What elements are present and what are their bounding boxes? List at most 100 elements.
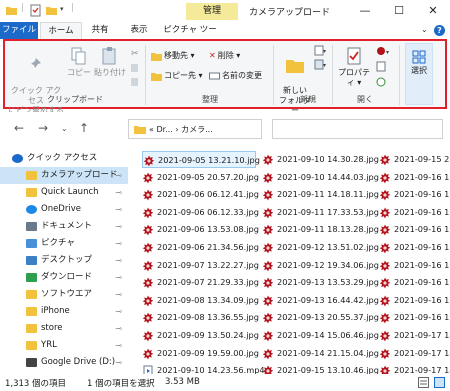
properties-icon[interactable] bbox=[29, 4, 42, 17]
file-item[interactable]: 2021-09-16 12.5 bbox=[379, 169, 450, 186]
file-item[interactable]: 2021-09-16 19.2 bbox=[379, 239, 450, 256]
file-item[interactable]: 2021-09-11 14.18.11.jpg bbox=[262, 186, 379, 203]
file-item[interactable]: 2021-09-07 21.29.33.jpg bbox=[142, 274, 259, 291]
file-item[interactable]: 2021-09-16 19.2 bbox=[379, 186, 450, 203]
file-item[interactable]: 2021-09-17 14.0 bbox=[379, 362, 450, 374]
details-view-icon[interactable] bbox=[418, 377, 429, 388]
nav-item-8[interactable]: ソフトウエア ⊸ bbox=[0, 286, 128, 303]
file-item[interactable]: 2021-09-16 19.2 bbox=[379, 274, 450, 291]
file-item[interactable]: 2021-09-10 14.44.03.jpg bbox=[262, 169, 379, 186]
open-edit-history-icons[interactable]: ▾ bbox=[375, 44, 395, 90]
file-item[interactable]: 2021-09-13 20.55.37.jpg bbox=[262, 309, 379, 326]
nav-item-7[interactable]: ダウンロード ⊸ bbox=[0, 269, 128, 286]
minimize-button[interactable]: — bbox=[348, 0, 382, 22]
file-item[interactable]: 2021-09-06 21.34.56.jpg bbox=[142, 239, 259, 256]
jpg-file-icon bbox=[262, 277, 274, 289]
file-item[interactable]: 2021-09-10 14.30.28.jpg bbox=[262, 151, 379, 168]
file-item[interactable]: 2021-09-11 17.33.53.jpg bbox=[262, 204, 379, 221]
rename-button[interactable]: 名前の変更 bbox=[209, 70, 262, 82]
file-item[interactable]: 2021-09-06 06.12.33.jpg bbox=[142, 204, 259, 221]
copy-to-button[interactable]: コピー先 ▾ bbox=[151, 70, 203, 82]
nav-item-12[interactable]: Google Drive (D:) ⊸ bbox=[0, 354, 128, 371]
status-bar: 1,313 個の項目 1 個の項目を選択 3.53 MB bbox=[0, 374, 450, 391]
file-item[interactable]: 2021-09-14 21.15.04.jpg bbox=[262, 345, 379, 362]
tab-view[interactable]: 表示 bbox=[124, 22, 154, 39]
new-item-icon[interactable]: ▾▾ bbox=[314, 44, 328, 74]
copy-button[interactable]: コピー bbox=[65, 46, 93, 78]
file-item[interactable]: 2021-09-16 19.2 bbox=[379, 221, 450, 238]
file-name: 2021-09-05 20.57.20.jpg bbox=[157, 171, 259, 182]
properties-button[interactable]: プロパティ ▾ bbox=[335, 46, 373, 88]
search-input[interactable] bbox=[272, 119, 443, 139]
tab-home[interactable]: ホーム bbox=[40, 22, 82, 39]
nav-item-3[interactable]: OneDrive ⊸ bbox=[0, 201, 128, 218]
file-item[interactable]: 2021-09-13 16.44.42.jpg bbox=[262, 292, 379, 309]
address-bar[interactable]: « Dr... › カメラ... bbox=[128, 119, 262, 139]
nav-item-1[interactable]: カメラアップロード ⊸ bbox=[0, 167, 128, 184]
pin-icon: ⊸ bbox=[115, 307, 122, 316]
file-item[interactable]: 2021-09-08 13.36.55.jpg bbox=[142, 309, 259, 326]
recent-chevron-icon[interactable]: ⌄ bbox=[61, 124, 68, 133]
folder-icon bbox=[26, 341, 37, 350]
nav-item-6[interactable]: デスクトップ ⊸ bbox=[0, 252, 128, 269]
nav-item-5[interactable]: ピクチャ ⊸ bbox=[0, 235, 128, 252]
file-item[interactable]: 2021-09-05 13.21.10.jpg bbox=[142, 151, 260, 168]
file-item[interactable]: 2021-09-16 19.2 bbox=[379, 309, 450, 326]
tab-picture-tools[interactable]: ピクチャ ツール bbox=[162, 22, 218, 52]
file-name: 2021-09-09 13.50.24.jpg bbox=[157, 330, 259, 340]
select-button[interactable]: 選択 bbox=[405, 43, 433, 105]
forward-arrow-icon[interactable]: → bbox=[38, 121, 48, 135]
folder-icon bbox=[134, 126, 146, 134]
move-to-button[interactable]: 移動先 ▾ bbox=[151, 50, 195, 62]
file-item[interactable]: 2021-09-12 19.34.06.jpg bbox=[262, 257, 379, 274]
nav-item-11[interactable]: YRL ⊸ bbox=[0, 337, 128, 354]
file-item[interactable]: 2021-09-05 20.57.20.jpg bbox=[142, 169, 259, 186]
delete-button[interactable]: ✕ 削除 ▾ bbox=[209, 50, 240, 62]
file-item[interactable]: 2021-09-12 13.51.02.jpg bbox=[262, 239, 379, 256]
new-folder-button[interactable]: 新しい フォルダー bbox=[277, 46, 313, 116]
tab-file[interactable]: ファイル bbox=[0, 22, 38, 39]
nav-item-0[interactable]: クイック アクセス bbox=[0, 150, 128, 167]
large-icons-view-icon[interactable] bbox=[434, 377, 445, 388]
file-item[interactable]: 2021-09-17 14.0 bbox=[379, 345, 450, 362]
chevron-down-icon[interactable]: ▾ bbox=[60, 5, 64, 13]
up-arrow-icon[interactable]: ↑ bbox=[79, 121, 89, 135]
folder-icon bbox=[26, 290, 37, 299]
file-item[interactable]: 2021-09-14 15.06.46.jpg bbox=[262, 327, 379, 344]
nav-item-10[interactable]: store ⊸ bbox=[0, 320, 128, 337]
file-item[interactable]: 2021-09-15 21.2 bbox=[379, 151, 450, 168]
file-item[interactable]: 2021-09-07 13.22.27.jpg bbox=[142, 257, 259, 274]
manage-context-tab[interactable]: 管理 bbox=[186, 3, 238, 20]
copy-to-icon bbox=[151, 72, 162, 81]
file-item[interactable]: 2021-09-17 14.0 bbox=[379, 327, 450, 344]
cut-copypath-shortcut-icons[interactable]: ✂ bbox=[130, 47, 140, 91]
file-list: 2021-09-05 13.21.10.jpg 2021-09-05 20.57.… bbox=[138, 146, 450, 374]
nav-item-9[interactable]: iPhone ⊸ bbox=[0, 303, 128, 320]
file-item[interactable]: 2021-09-16 19.2 bbox=[379, 204, 450, 221]
file-item[interactable]: 2021-09-09 13.50.24.jpg bbox=[142, 327, 259, 344]
file-item[interactable]: 2021-09-09 19.59.00.jpg bbox=[142, 345, 259, 362]
file-item[interactable]: 2021-09-06 13.53.08.jpg bbox=[142, 221, 259, 238]
nav-item-4[interactable]: ドキュメント ⊸ bbox=[0, 218, 128, 235]
file-item[interactable]: 2021-09-13 13.53.29.jpg bbox=[262, 274, 379, 291]
file-item[interactable]: 2021-09-08 13.34.09.jpg bbox=[142, 292, 259, 309]
back-arrow-icon[interactable]: ← bbox=[14, 121, 24, 135]
file-item[interactable]: 2021-09-16 19.2 bbox=[379, 257, 450, 274]
help-icon[interactable]: ? bbox=[434, 25, 445, 36]
file-item[interactable]: 2021-09-10 14.23.56.mp4 bbox=[142, 362, 265, 374]
file-item[interactable]: 2021-09-11 18.13.28.jpg bbox=[262, 221, 379, 238]
file-item[interactable]: 2021-09-16 19.2 bbox=[379, 292, 450, 309]
new-folder-quick-icon[interactable] bbox=[45, 4, 58, 17]
paste-button[interactable]: 貼り付け bbox=[93, 46, 127, 78]
ribbon-expand-icon[interactable]: ⌄ bbox=[421, 25, 428, 34]
file-name: 2021-09-15 13.10.46.jpg bbox=[277, 365, 379, 374]
pin-quick-access-button[interactable]: クイック アクセス にピン留めする bbox=[7, 46, 65, 116]
file-item[interactable]: 2021-09-15 13.10.46.jpg bbox=[262, 362, 379, 374]
file-name: 2021-09-07 21.29.33.jpg bbox=[157, 277, 259, 288]
tab-share[interactable]: 共有 bbox=[86, 22, 114, 39]
maximize-button[interactable]: ☐ bbox=[382, 0, 416, 22]
nav-item-2[interactable]: Quick Launch ⊸ bbox=[0, 184, 128, 201]
download-icon bbox=[26, 273, 37, 282]
file-item[interactable]: 2021-09-06 06.12.41.jpg bbox=[142, 186, 259, 203]
close-button[interactable]: ✕ bbox=[416, 0, 450, 22]
